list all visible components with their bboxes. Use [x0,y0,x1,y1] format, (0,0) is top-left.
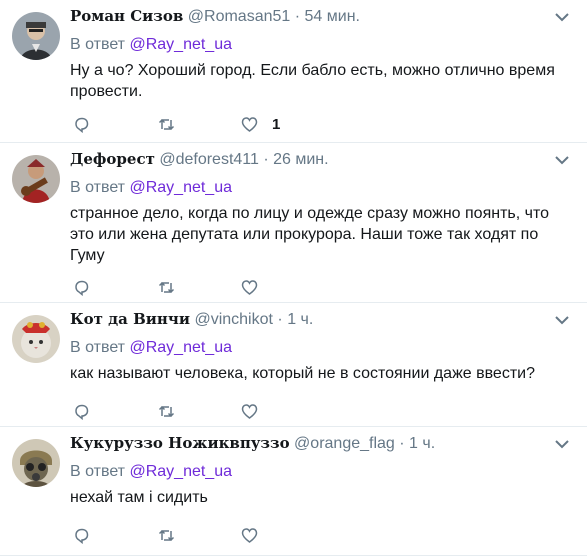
reply-prefix: В ответ [70,339,126,356]
chevron-down-icon[interactable] [555,315,569,325]
reply-prefix: В ответ [70,36,126,53]
reply-mention-link[interactable]: @Ray_net_ua [129,463,232,480]
username[interactable]: @orange_flag [294,435,395,452]
retweet-button[interactable] [158,277,175,297]
tweet-text: Ну а чо? Хороший город. Если бабло есть,… [70,62,555,100]
chevron-down-icon[interactable] [555,12,569,22]
display-name[interactable]: Кот да Винчи [70,310,190,328]
tweet-header: Кукуруззо Ножиквпуззо @orange_flag · 1 ч… [70,433,547,453]
reply-context: В ответ @Ray_net_ua [70,179,232,197]
avatar[interactable] [12,315,60,363]
reply-context: В ответ @Ray_net_ua [70,463,232,481]
chevron-down-icon[interactable] [555,155,569,165]
avatar[interactable] [12,155,60,203]
reply-button[interactable] [73,401,90,421]
heart-icon [241,279,258,295]
display-name[interactable]: Роман Сизов [70,7,183,25]
display-name[interactable]: Кукуруззо Ножиквпуззо [70,434,290,452]
like-button[interactable] [241,277,272,297]
reply-prefix: В ответ [70,179,126,196]
retweet-icon [158,118,175,130]
avatar[interactable] [12,12,60,60]
reply-button[interactable] [73,114,90,134]
tweet-header: Дефорест @deforest411 · 26 мин. [70,149,547,169]
display-name[interactable]: Дефорест [70,150,155,168]
tweet[interactable]: Дефорест @deforest411 · 26 мин. В ответ … [0,143,587,303]
like-button[interactable] [241,401,272,421]
reply-mention-link[interactable]: @Ray_net_ua [129,179,232,196]
tweet-text: странное дело, когда по лицу и одежде ср… [70,205,549,264]
reply-icon [75,117,89,133]
reply-button[interactable] [73,277,90,297]
timestamp[interactable]: 1 ч. [409,435,435,452]
tweet[interactable]: Кот да Винчи @vinchikot · 1 ч. В ответ @… [0,303,587,427]
action-bar: 1 [70,114,370,134]
reply-context: В ответ @Ray_net_ua [70,339,232,357]
reply-context: В ответ @Ray_net_ua [70,36,232,54]
reply-button[interactable] [73,525,90,545]
retweet-icon [158,405,175,417]
tweet-text: как называют человека, который не в сост… [70,365,535,382]
separator-dot: · [294,8,301,25]
retweet-button[interactable] [158,114,175,134]
tweet[interactable]: Роман Сизов @Romasan51 · 54 мин. В ответ… [0,0,587,143]
retweet-button[interactable] [158,401,175,421]
retweet-button[interactable] [158,525,175,545]
avatar[interactable] [12,439,60,487]
heart-icon [241,116,258,132]
heart-icon [241,527,258,543]
tweet[interactable]: Кукуруззо Ножиквпуззо @orange_flag · 1 ч… [0,427,587,556]
timestamp[interactable]: 1 ч. [287,311,313,328]
tweet-text: нехай там і сидить [70,489,208,506]
reply-mention-link[interactable]: @Ray_net_ua [129,36,232,53]
username[interactable]: @Romasan51 [188,8,291,25]
like-button[interactable]: 1 [241,114,280,134]
like-button[interactable] [241,525,272,545]
separator-dot: · [399,435,405,452]
username[interactable]: @vinchikot [194,311,273,328]
username[interactable]: @deforest411 [159,151,259,168]
action-bar [70,401,370,421]
retweet-icon [158,281,175,293]
reply-icon [75,404,89,420]
timestamp[interactable]: 54 мин. [305,8,360,25]
chevron-down-icon[interactable] [555,439,569,449]
action-bar [70,277,370,297]
timestamp[interactable]: 26 мин. [273,151,328,168]
reply-mention-link[interactable]: @Ray_net_ua [129,339,232,356]
tweet-header: Роман Сизов @Romasan51 · 54 мин. [70,6,547,26]
retweet-icon [158,529,175,541]
separator-dot: · [263,151,269,168]
reply-icon [75,528,89,544]
reply-prefix: В ответ [70,463,126,480]
tweet-header: Кот да Винчи @vinchikot · 1 ч. [70,309,547,329]
separator-dot: · [277,311,283,328]
action-bar [70,525,370,545]
reply-icon [75,280,89,296]
like-count: 1 [272,115,281,133]
heart-icon [241,403,258,419]
